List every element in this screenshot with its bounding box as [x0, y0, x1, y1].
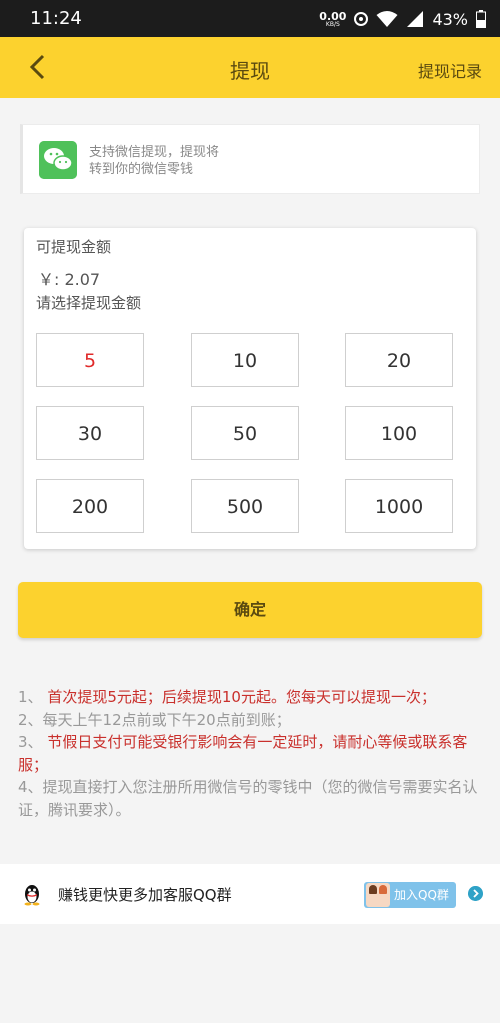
amount-option[interactable]: 200: [36, 479, 144, 533]
wifi-icon: [376, 11, 398, 27]
withdraw-notes: 1、 首次提现5元起；后续提现10元起。您每天可以提现一次； 2、每天上午12点…: [18, 686, 482, 821]
amount-option[interactable]: 20: [345, 333, 453, 387]
amount-option[interactable]: 100: [345, 406, 453, 460]
signal-icon: [407, 11, 424, 27]
amount-option[interactable]: 5: [36, 333, 144, 387]
battery-icon: [476, 10, 486, 28]
qq-group-bar[interactable]: 赚钱更快更多加客服QQ群 加入QQ群: [0, 864, 500, 924]
confirm-button[interactable]: 确定: [18, 582, 482, 638]
data-saver-icon: [354, 12, 369, 26]
app-header: 提现 提现记录: [0, 37, 500, 98]
amount-card: 可提现金额 ￥: 2.07 请选择提现金额 5 10 20 30 50 100 …: [24, 228, 476, 549]
battery-percent: 43%: [432, 9, 468, 29]
amount-option[interactable]: 30: [36, 406, 144, 460]
qq-penguin-icon: [24, 885, 40, 906]
chevron-right-icon[interactable]: [468, 886, 483, 901]
qq-promo-text: 赚钱更快更多加客服QQ群: [58, 886, 232, 904]
status-time: 11:24: [30, 8, 82, 29]
note-item: 3、 节假日支付可能受银行影响会有一定延时，请耐心等候或联系客服；: [18, 733, 468, 774]
available-amount-label: 可提现金额: [36, 238, 112, 256]
amount-option[interactable]: 50: [191, 406, 299, 460]
withdraw-records-link[interactable]: 提现记录: [418, 58, 482, 82]
wechat-notice-text: 支持微信提现，提现将 转到你的微信零钱: [89, 145, 220, 177]
note-item: 1、 首次提现5元起；后续提现10元起。您每天可以提现一次；: [18, 688, 436, 706]
amount-option[interactable]: 10: [191, 333, 299, 387]
choose-amount-label: 请选择提现金额: [36, 294, 142, 312]
wechat-notice: 支持微信提现，提现将 转到你的微信零钱: [20, 124, 480, 194]
wechat-icon: [39, 141, 77, 179]
join-qq-group-button[interactable]: 加入QQ群: [364, 882, 456, 908]
note-item: 4、提现直接打入您注册所用微信号的零钱中（您的微信号需要实名认证，腾讯要求）。: [18, 778, 478, 819]
note-item: 2、每天上午12点前或下午20点前到账；: [18, 710, 291, 729]
status-icons: 0.00 KB/S 43%: [319, 6, 486, 32]
balance-value: ￥: 2.07: [38, 270, 101, 289]
amount-option[interactable]: 500: [191, 479, 299, 533]
net-speed: 0.00 KB/S: [319, 9, 347, 28]
status-bar: 11:24 0.00 KB/S 43%: [0, 0, 500, 37]
amount-option[interactable]: 1000: [345, 479, 453, 533]
kids-avatar-icon: [366, 883, 390, 907]
